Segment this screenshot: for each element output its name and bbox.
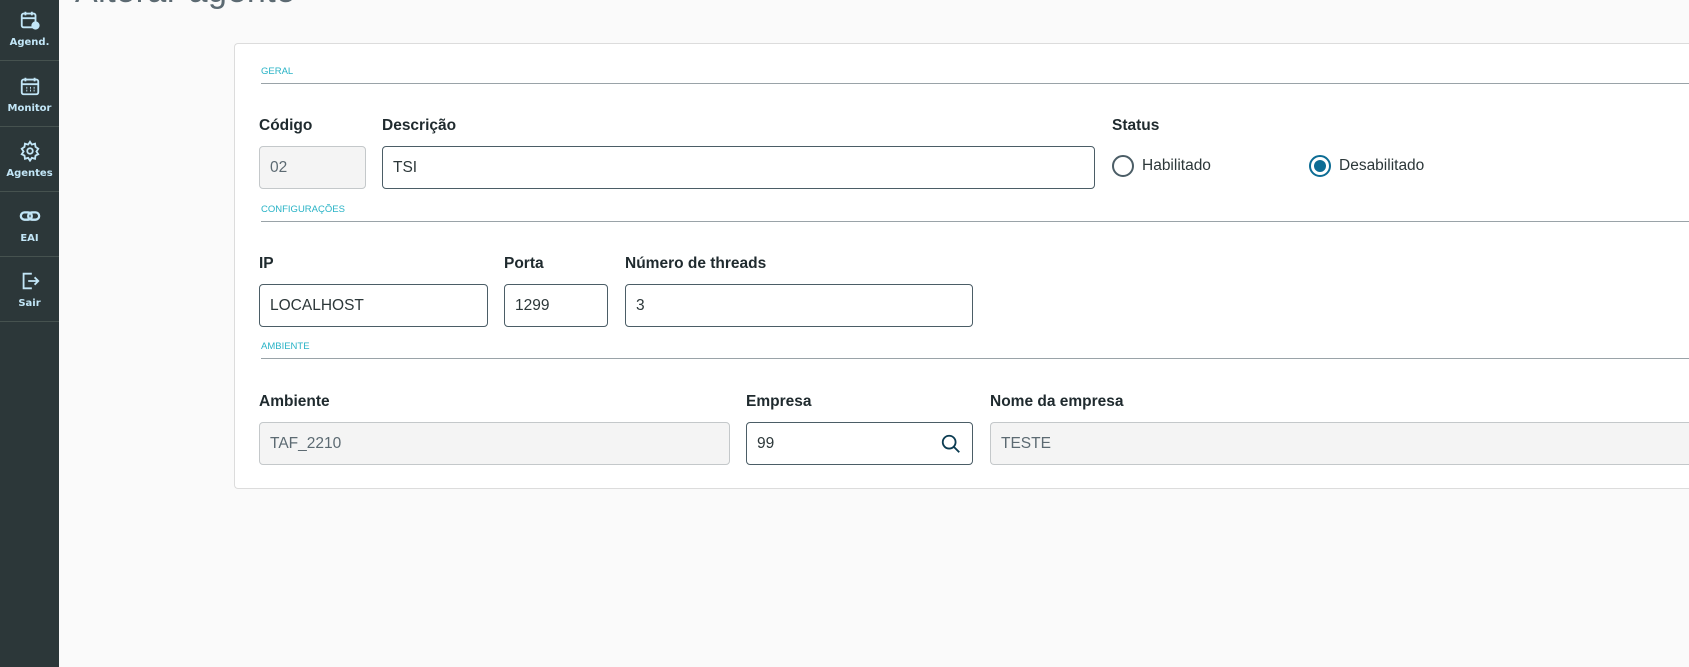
threads-label: Número de threads bbox=[625, 255, 767, 272]
sidebar-item-sair[interactable]: Sair bbox=[0, 257, 59, 322]
status-label: Status bbox=[1112, 117, 1160, 134]
ambiente-label: Ambiente bbox=[259, 393, 330, 410]
sidebar-item-label: EAI bbox=[20, 232, 39, 244]
agent-form-card: GERAL Código 02 Descrição TSI Status Hab… bbox=[234, 43, 1689, 489]
search-icon[interactable] bbox=[940, 433, 962, 455]
sidebar-item-label: Agend. bbox=[9, 36, 50, 48]
nome-empresa-field: TESTE bbox=[990, 422, 1689, 465]
sidebar-item-label: Agentes bbox=[6, 167, 53, 179]
descricao-field[interactable]: TSI bbox=[382, 146, 1095, 189]
radio-circle-checked[interactable] bbox=[1309, 155, 1331, 177]
logout-icon bbox=[22, 272, 40, 289]
calendar-gear-icon bbox=[20, 11, 40, 30]
sidebar-item-agentes[interactable]: Agentes bbox=[0, 127, 59, 192]
descricao-label: Descrição bbox=[382, 117, 457, 134]
radio-habilitado[interactable]: Habilitado bbox=[1112, 155, 1211, 177]
sidebar-item-agend[interactable]: Agend. bbox=[0, 0, 59, 61]
sidebar: Agend. Monitor Agentes EAI Sair bbox=[0, 0, 59, 667]
empresa-label: Empresa bbox=[746, 393, 812, 410]
link-icon bbox=[19, 210, 40, 221]
empresa-field[interactable]: 99 bbox=[746, 422, 973, 465]
sidebar-item-label: Monitor bbox=[7, 102, 52, 114]
calendar-icon bbox=[20, 77, 39, 95]
codigo-field: 02 bbox=[259, 146, 366, 189]
radio-label: Habilitado bbox=[1142, 157, 1211, 174]
gear-icon bbox=[19, 139, 40, 162]
porta-field[interactable]: 1299 bbox=[504, 284, 608, 327]
ip-label: IP bbox=[259, 255, 274, 272]
radio-label: Desabilitado bbox=[1339, 157, 1425, 174]
nome-empresa-label: Nome da empresa bbox=[990, 393, 1124, 410]
sidebar-item-label: Sair bbox=[18, 297, 41, 309]
radio-circle[interactable] bbox=[1112, 155, 1134, 177]
ambiente-field: TAF_2210 bbox=[259, 422, 730, 465]
radio-desabilitado[interactable]: Desabilitado bbox=[1309, 155, 1424, 177]
empresa-value: 99 bbox=[757, 434, 775, 452]
section-geral: GERAL bbox=[261, 66, 1689, 84]
codigo-label: Código bbox=[259, 117, 313, 134]
section-configuracoes: CONFIGURAÇÕES bbox=[261, 204, 1689, 222]
section-ambiente: AMBIENTE bbox=[261, 341, 1689, 359]
porta-label: Porta bbox=[504, 255, 544, 272]
ip-field[interactable]: LOCALHOST bbox=[259, 284, 488, 327]
threads-field[interactable]: 3 bbox=[625, 284, 973, 327]
sidebar-item-monitor[interactable]: Monitor bbox=[0, 62, 59, 127]
page-title: Alterar agente bbox=[75, 0, 296, 11]
sidebar-item-eai[interactable]: EAI bbox=[0, 192, 59, 257]
